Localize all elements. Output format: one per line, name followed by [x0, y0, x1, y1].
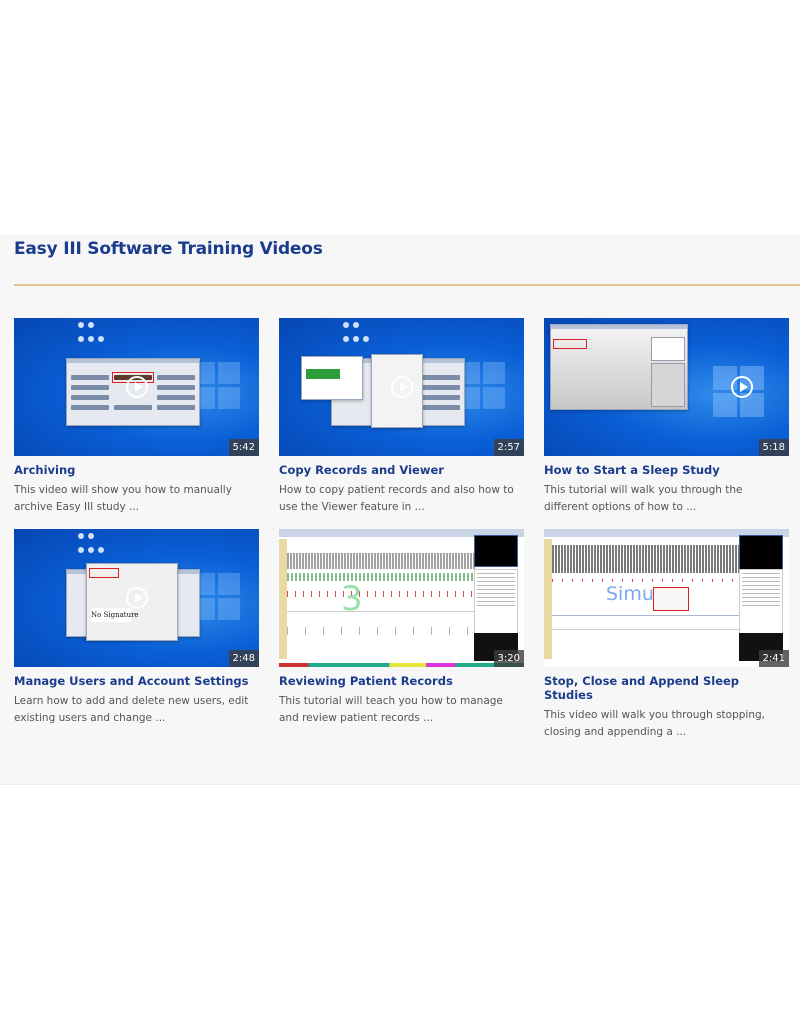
video-duration: 3:20 [493, 650, 524, 667]
section-divider [14, 284, 800, 286]
section-title: Easy III Software Training Videos [14, 239, 323, 259]
video-title-link[interactable]: Reviewing Patient Records [279, 674, 524, 688]
windows-logo [193, 573, 241, 621]
play-icon[interactable] [390, 376, 413, 398]
windows-logo [458, 362, 506, 410]
video-duration: 2:41 [758, 650, 789, 667]
play-icon[interactable] [125, 376, 148, 398]
video-card: 5:42 Archiving This video will show you … [14, 318, 259, 516]
play-icon[interactable] [731, 376, 753, 398]
video-thumbnail[interactable]: Simu 2:41 [544, 529, 789, 667]
desktop-icons [341, 320, 377, 356]
desktop-icons [76, 531, 112, 567]
signature-box: No Signature [91, 608, 139, 622]
video-thumbnail[interactable]: 3 3:20 [279, 529, 524, 667]
video-description: This tutorial will walk you through the … [544, 484, 743, 513]
video-duration: 5:18 [758, 439, 789, 456]
video-card: 5:18 How to Start a Sleep Study This tut… [544, 318, 789, 516]
video-description: This video will show you how to manually… [14, 484, 232, 513]
video-duration: 2:48 [228, 650, 259, 667]
video-description: Learn how to add and delete new users, e… [14, 695, 249, 724]
video-title-link[interactable]: Archiving [14, 463, 259, 477]
video-thumbnail[interactable]: 5:18 [544, 318, 789, 456]
video-title-link[interactable]: Copy Records and Viewer [279, 463, 524, 477]
training-videos-section: Easy III Software Training Videos 5:42 A… [0, 235, 800, 785]
play-icon[interactable] [125, 587, 148, 609]
video-thumbnail[interactable]: 2:57 [279, 318, 524, 456]
video-duration: 5:42 [228, 439, 259, 456]
simulation-overlay: Simu [606, 583, 654, 605]
video-title-link[interactable]: Manage Users and Account Settings [14, 674, 259, 688]
video-card: Simu 2:41 Stop, Close and Append Sleep S… [544, 529, 789, 741]
video-card: No Signature 2:48 Manage Users and Accou… [14, 529, 259, 727]
desktop-icons [76, 320, 112, 356]
video-description: How to copy patient records and also how… [279, 484, 514, 513]
countdown-overlay: 3 [341, 579, 363, 619]
video-thumbnail[interactable]: 5:42 [14, 318, 259, 456]
app-window [550, 324, 688, 410]
video-description: This tutorial will teach you how to mana… [279, 695, 503, 724]
video-card: 2:57 Copy Records and Viewer How to copy… [279, 318, 524, 516]
windows-logo [193, 362, 241, 410]
video-title-link[interactable]: Stop, Close and Append Sleep Studies [544, 674, 789, 702]
video-title-link[interactable]: How to Start a Sleep Study [544, 463, 789, 477]
copy-progress-dialog [301, 356, 363, 400]
video-duration: 2:57 [493, 439, 524, 456]
video-thumbnail[interactable]: No Signature 2:48 [14, 529, 259, 667]
video-description: This video will walk you through stoppin… [544, 709, 765, 738]
video-card: 3 3:20 Reviewing Patient Records This tu… [279, 529, 524, 727]
